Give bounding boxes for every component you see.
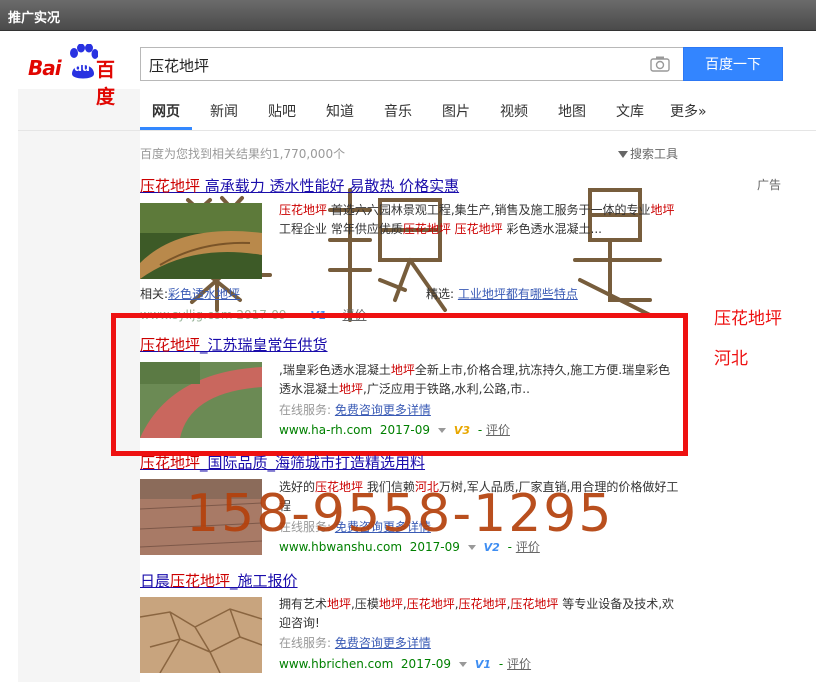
result-4-url-text: www.hbrichen.com bbox=[279, 657, 394, 671]
search-input[interactable]: 压花地坪 bbox=[140, 47, 684, 81]
keyword-highlight: 地坪 bbox=[327, 597, 352, 611]
keyword-highlight: 压花地坪 bbox=[454, 222, 503, 236]
result-count: 百度为您找到相关结果约1,770,000个 bbox=[140, 147, 346, 161]
keyword-highlight: 压花地坪 bbox=[402, 222, 451, 236]
tab-wenku[interactable]: 文库 bbox=[616, 101, 644, 121]
phone-watermark: 158-9558-1295 bbox=[186, 484, 614, 544]
featured-label: 精选: bbox=[426, 287, 455, 301]
ad-tag: 广告 bbox=[757, 178, 782, 192]
tab-more[interactable]: 更多» bbox=[670, 101, 707, 121]
result-1-title[interactable]: 压花地坪 高承载力 透水性能好 易散热 价格实惠 bbox=[140, 175, 459, 196]
keyword-highlight: 地坪 bbox=[378, 597, 403, 611]
result-4-title-rest: _施工报价 bbox=[230, 572, 298, 590]
result-1-related: 相关:彩色透水地坪 bbox=[140, 285, 240, 302]
result-3-title-rest: _国际品质_海筛城市打造精选用料 bbox=[200, 454, 426, 472]
window-titlebar: 推广实况 bbox=[0, 0, 816, 31]
baidu-logo[interactable]: Bai du 百度 bbox=[28, 44, 132, 108]
result-4-title-prefix: 日晨 bbox=[140, 572, 171, 590]
result-4-thumbnail[interactable] bbox=[140, 597, 262, 673]
annotation-region: 河北 bbox=[714, 349, 748, 369]
tab-images[interactable]: 图片 bbox=[442, 101, 470, 121]
featured-link[interactable]: 工业地坪都有哪些特点 bbox=[458, 287, 578, 301]
result-4-date: 2017-09 bbox=[400, 657, 452, 671]
result-1-featured: 精选: 工业地坪都有哪些特点 bbox=[426, 285, 578, 302]
result-4-title[interactable]: 日晨压花地坪_施工报价 bbox=[140, 570, 298, 591]
result-1-title-rest: 高承载力 透水性能好 易散热 价格实惠 bbox=[200, 177, 460, 195]
verify-badge-icon[interactable]: V1 bbox=[475, 658, 491, 671]
logo-text-du: du bbox=[74, 61, 90, 74]
result-1-title-keyword: 压花地坪 bbox=[140, 177, 201, 195]
keyword-highlight: 压花地坪 bbox=[458, 597, 507, 611]
description-text: 彩色透水混凝土... bbox=[502, 222, 602, 236]
window-title: 推广实况 bbox=[8, 11, 61, 26]
result-3-title-keyword: 压花地坪 bbox=[140, 454, 201, 472]
chevron-down-icon[interactable] bbox=[458, 662, 467, 667]
logo-text-bai: Bai bbox=[28, 56, 62, 80]
search-button[interactable]: 百度一下 bbox=[683, 47, 783, 81]
description-text: ,压模 bbox=[351, 597, 379, 611]
annotation-keyword: 压花地坪 bbox=[714, 309, 782, 329]
highlight-box bbox=[111, 313, 688, 456]
result-1-thumbnail[interactable] bbox=[140, 203, 262, 279]
tab-web[interactable]: 网页 bbox=[152, 101, 180, 121]
result-4-service: 在线服务: 免费咨询更多详情 bbox=[279, 634, 431, 651]
related-label: 相关: bbox=[140, 287, 169, 301]
tab-map[interactable]: 地图 bbox=[558, 101, 586, 121]
search-tools-label: 搜索工具 bbox=[630, 147, 679, 161]
camera-icon[interactable] bbox=[650, 56, 670, 72]
tab-tieba[interactable]: 贴吧 bbox=[268, 101, 296, 121]
keyword-highlight: 压花地坪 bbox=[510, 597, 559, 611]
service-label: 在线服务: bbox=[279, 636, 332, 650]
keyword-highlight: 地坪 bbox=[650, 203, 675, 217]
service-link[interactable]: 免费咨询更多详情 bbox=[335, 636, 431, 650]
tab-news[interactable]: 新闻 bbox=[210, 101, 238, 121]
result-4-url[interactable]: www.hbrichen.com 2017-09 V1 - 评价 bbox=[279, 655, 531, 672]
tab-zhidao[interactable]: 知道 bbox=[326, 101, 354, 121]
result-4-description: 拥有艺术地坪,压模地坪,压花地坪,压花地坪,压花地坪 等专业设备及技术,欢迎咨询… bbox=[279, 595, 681, 633]
description-text: 工程企业 常年供应优质 bbox=[279, 222, 403, 236]
result-1-description: 压花地坪 首选六六园林景观工程,集生产,销售及施工服务于一体的专业地坪工程企业 … bbox=[279, 201, 681, 239]
result-3-title[interactable]: 压花地坪_国际品质_海筛城市打造精选用料 bbox=[140, 452, 425, 473]
description-text: 拥有艺术 bbox=[279, 597, 328, 611]
search-query: 压花地坪 bbox=[149, 57, 210, 75]
keyword-highlight: 压花地坪 bbox=[406, 597, 455, 611]
related-link[interactable]: 彩色透水地坪 bbox=[168, 287, 240, 301]
logo-text-cn: 百度 bbox=[96, 59, 116, 108]
keyword-highlight: 压花地坪 bbox=[279, 203, 328, 217]
result-4-title-keyword: 压花地坪 bbox=[170, 572, 231, 590]
chevron-down-icon[interactable] bbox=[467, 545, 476, 550]
filter-icon bbox=[618, 151, 628, 158]
tab-music[interactable]: 音乐 bbox=[384, 101, 412, 121]
search-tools[interactable]: 搜索工具 bbox=[618, 145, 678, 162]
tab-video[interactable]: 视频 bbox=[500, 101, 528, 121]
result-4-eval-link[interactable]: 评价 bbox=[507, 657, 531, 671]
tab-divider bbox=[18, 130, 816, 131]
description-text: 首选六六园林景观工程,集生产,销售及施工服务于一体的专业 bbox=[327, 203, 651, 217]
